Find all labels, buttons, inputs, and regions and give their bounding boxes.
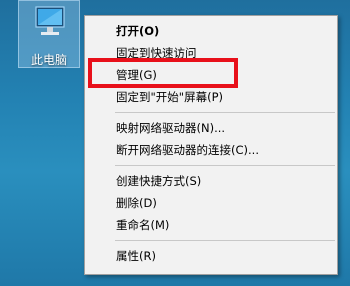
desktop-icon-label: 此电脑 xyxy=(30,53,67,67)
menu-item-pin-start[interactable]: 固定到"开始"屏幕(P) xyxy=(85,86,337,108)
menu-separator xyxy=(115,165,335,166)
menu-item-map-network-drive[interactable]: 映射网络驱动器(N)... xyxy=(85,117,337,139)
menu-separator xyxy=(115,240,335,241)
menu-item-pin-quick-access[interactable]: 固定到快速访问 xyxy=(85,42,337,64)
menu-item-properties[interactable]: 属性(R) xyxy=(85,245,337,267)
menu-item-create-shortcut[interactable]: 创建快捷方式(S) xyxy=(85,170,337,192)
menu-item-manage[interactable]: 管理(G) xyxy=(85,64,337,86)
menu-item-delete[interactable]: 删除(D) xyxy=(85,192,337,214)
menu-item-disconnect-network-drive[interactable]: 断开网络驱动器的连接(C)... xyxy=(85,139,337,161)
menu-item-rename[interactable]: 重命名(M) xyxy=(85,214,337,236)
menu-item-open[interactable]: 打开(O) xyxy=(85,20,337,42)
context-menu: 打开(O) 固定到快速访问 管理(G) 固定到"开始"屏幕(P) 映射网络驱动器… xyxy=(84,15,338,275)
menu-separator xyxy=(115,112,335,113)
desktop-icon-this-pc[interactable]: 此电脑 xyxy=(18,0,80,68)
computer-icon xyxy=(35,6,65,35)
